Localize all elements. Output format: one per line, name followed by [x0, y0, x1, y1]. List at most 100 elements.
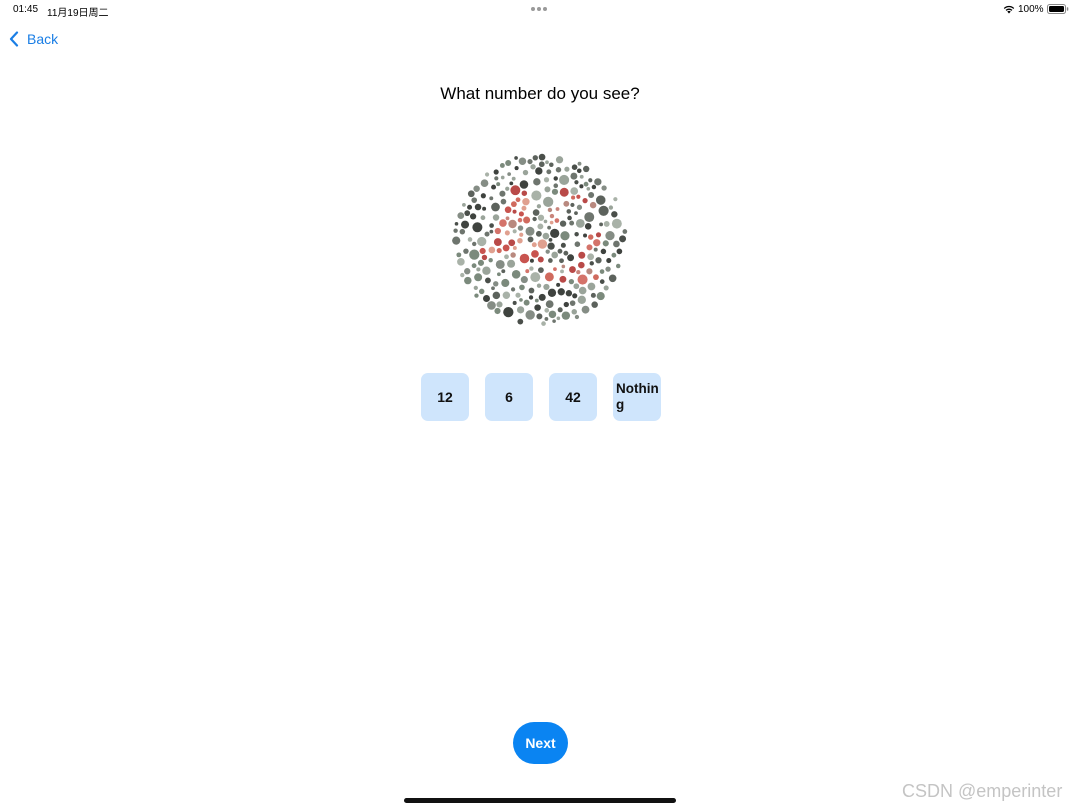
plate-dot — [582, 198, 588, 204]
plate-dot — [530, 164, 536, 170]
plate-dot — [518, 211, 524, 217]
plate-dot — [463, 248, 469, 254]
plate-dot — [471, 263, 477, 269]
plate-dot — [570, 202, 575, 208]
plate-dot — [556, 282, 561, 287]
plate-dot — [611, 218, 622, 229]
plate-dot — [510, 201, 517, 208]
plate-dot — [613, 197, 618, 202]
plate-dot — [480, 193, 486, 199]
plate-dot — [536, 204, 542, 209]
battery-percentage: 100% — [1018, 4, 1044, 15]
plate-dot — [548, 238, 553, 242]
plate-dot — [467, 190, 475, 198]
back-button[interactable]: Back — [9, 30, 58, 48]
home-indicator — [404, 798, 676, 803]
plate-dot — [504, 230, 510, 236]
plate-dot — [587, 282, 596, 291]
option-button-42[interactable]: 42 — [549, 373, 597, 421]
plate-dot — [514, 166, 519, 171]
plate-dot — [561, 311, 571, 320]
plate-dot — [469, 213, 477, 220]
chevron-left-icon — [9, 31, 19, 47]
plate-dot — [472, 241, 477, 247]
plate-dot — [538, 153, 546, 161]
plate-dot — [619, 235, 627, 243]
plate-dot — [531, 250, 539, 258]
plate-dot — [537, 256, 544, 263]
plate-dot — [583, 165, 590, 173]
plate-dot — [535, 167, 543, 175]
plate-dot — [553, 176, 558, 181]
plate-dot — [461, 220, 470, 229]
plate-dot — [504, 206, 512, 214]
plate-dot — [555, 207, 560, 211]
plate-dot — [494, 227, 501, 235]
plate-dot — [541, 321, 546, 326]
plate-dot — [480, 179, 489, 188]
plate-dot — [484, 172, 490, 177]
option-button-6[interactable]: 6 — [485, 373, 533, 421]
plate-dot — [474, 203, 482, 211]
plate-dot — [560, 269, 564, 274]
plate-dot — [491, 184, 497, 190]
plate-dot — [505, 159, 512, 166]
plate-dot — [536, 283, 542, 288]
plate-dot — [551, 251, 559, 259]
plate-dot — [571, 309, 577, 315]
plate-dot — [532, 216, 537, 222]
plate-dot — [567, 254, 575, 262]
plate-dot — [473, 185, 480, 192]
plate-dot — [453, 228, 458, 233]
plate-dot — [491, 286, 495, 291]
plate-dot — [500, 175, 505, 180]
plate-dot — [613, 240, 620, 248]
plate-dot — [576, 269, 581, 275]
plate-dot — [591, 184, 597, 190]
plate-dot — [576, 194, 581, 199]
plate-dot — [510, 185, 521, 196]
plate-dot — [516, 306, 525, 314]
plate-dot — [523, 216, 531, 224]
plate-dot — [569, 266, 576, 273]
plate-dot — [605, 266, 611, 272]
plate-dot — [543, 196, 554, 208]
plate-dot — [531, 190, 542, 201]
multitask-dots-icon[interactable] — [531, 7, 547, 11]
option-button-12[interactable]: 12 — [421, 373, 469, 421]
plate-dot — [499, 219, 507, 227]
option-button-nothing[interactable]: Nothing — [613, 373, 661, 421]
plate-dot — [588, 234, 594, 240]
plate-dot — [602, 240, 609, 247]
plate-dot — [574, 241, 581, 247]
plate-dot — [499, 163, 505, 168]
next-button[interactable]: Next — [513, 722, 568, 764]
plate-dot — [476, 267, 481, 272]
plate-dot — [569, 220, 575, 226]
plate-dot — [480, 215, 486, 221]
plate-dot — [565, 290, 573, 297]
plate-dot — [559, 174, 570, 185]
plate-dot — [473, 285, 478, 291]
plate-dot — [599, 279, 605, 284]
plate-dot — [492, 291, 501, 300]
plate-dot — [537, 239, 548, 249]
plate-dot — [517, 237, 523, 244]
plate-dot — [517, 217, 523, 223]
plate-dot — [569, 300, 576, 306]
plate-dot — [547, 207, 553, 213]
plate-dot — [598, 205, 609, 216]
plate-dot — [564, 166, 570, 172]
plate-dot — [521, 190, 528, 196]
plate-dot — [522, 197, 530, 206]
plate-dot — [584, 212, 595, 223]
plate-dot — [544, 308, 550, 313]
plate-dot — [563, 250, 569, 256]
plate-dot — [464, 276, 472, 285]
plate-dot — [488, 246, 496, 254]
plate-dot — [588, 191, 595, 198]
plate-dot — [491, 202, 500, 212]
back-button-label: Back — [27, 31, 59, 47]
plate-dot — [505, 186, 510, 191]
plate-dot — [557, 307, 563, 313]
